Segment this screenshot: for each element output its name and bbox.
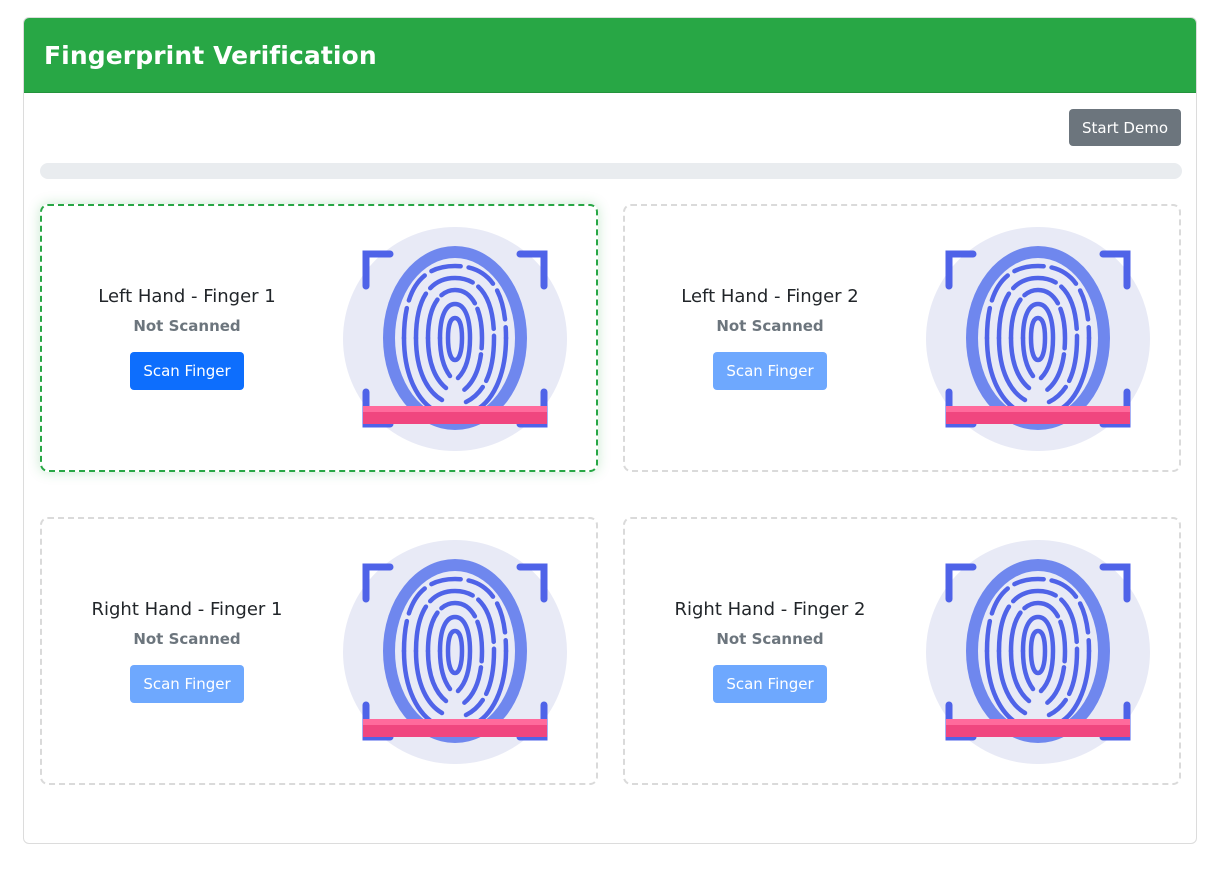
slot-title: Right Hand - Finger 2: [674, 599, 866, 620]
slot-info: Right Hand - Finger 1 Not Scanned Scan F…: [42, 519, 332, 783]
slot-info: Left Hand - Finger 2 Not Scanned Scan Fi…: [625, 206, 915, 470]
scan-finger-button[interactable]: Scan Finger: [130, 665, 244, 703]
slot-title: Right Hand - Finger 1: [91, 599, 283, 620]
fingerprint-scanner-icon: [925, 539, 1151, 765]
slot-title: Left Hand - Finger 1: [98, 286, 276, 307]
finger-slot-right-2: Right Hand - Finger 2 Not Scanned Scan F…: [623, 517, 1181, 785]
fingerprint-scanner-icon: [925, 226, 1151, 452]
progress-bar: [40, 163, 1182, 179]
slot-status: Not Scanned: [716, 630, 824, 648]
slot-status: Not Scanned: [716, 317, 824, 335]
slot-status: Not Scanned: [133, 317, 241, 335]
fingerprint-scanner-icon: [342, 539, 568, 765]
slot-info: Left Hand - Finger 1 Not Scanned Scan Fi…: [42, 206, 332, 470]
scan-finger-button[interactable]: Scan Finger: [713, 352, 827, 390]
slot-title: Left Hand - Finger 2: [681, 286, 859, 307]
slot-info: Right Hand - Finger 2 Not Scanned Scan F…: [625, 519, 915, 783]
finger-slot-left-2: Left Hand - Finger 2 Not Scanned Scan Fi…: [623, 204, 1181, 472]
finger-slot-left-1: Left Hand - Finger 1 Not Scanned Scan Fi…: [40, 204, 598, 472]
verification-card: Fingerprint Verification Start Demo Left…: [23, 17, 1197, 844]
start-demo-button[interactable]: Start Demo: [1069, 109, 1181, 146]
finger-slot-right-1: Right Hand - Finger 1 Not Scanned Scan F…: [40, 517, 598, 785]
fingerprint-scanner-icon: [342, 226, 568, 452]
scan-finger-button[interactable]: Scan Finger: [130, 352, 244, 390]
card-header: Fingerprint Verification: [24, 18, 1196, 93]
toolbar: Start Demo: [1069, 109, 1181, 146]
scan-finger-button[interactable]: Scan Finger: [713, 665, 827, 703]
page-title: Fingerprint Verification: [44, 40, 377, 70]
slot-status: Not Scanned: [133, 630, 241, 648]
